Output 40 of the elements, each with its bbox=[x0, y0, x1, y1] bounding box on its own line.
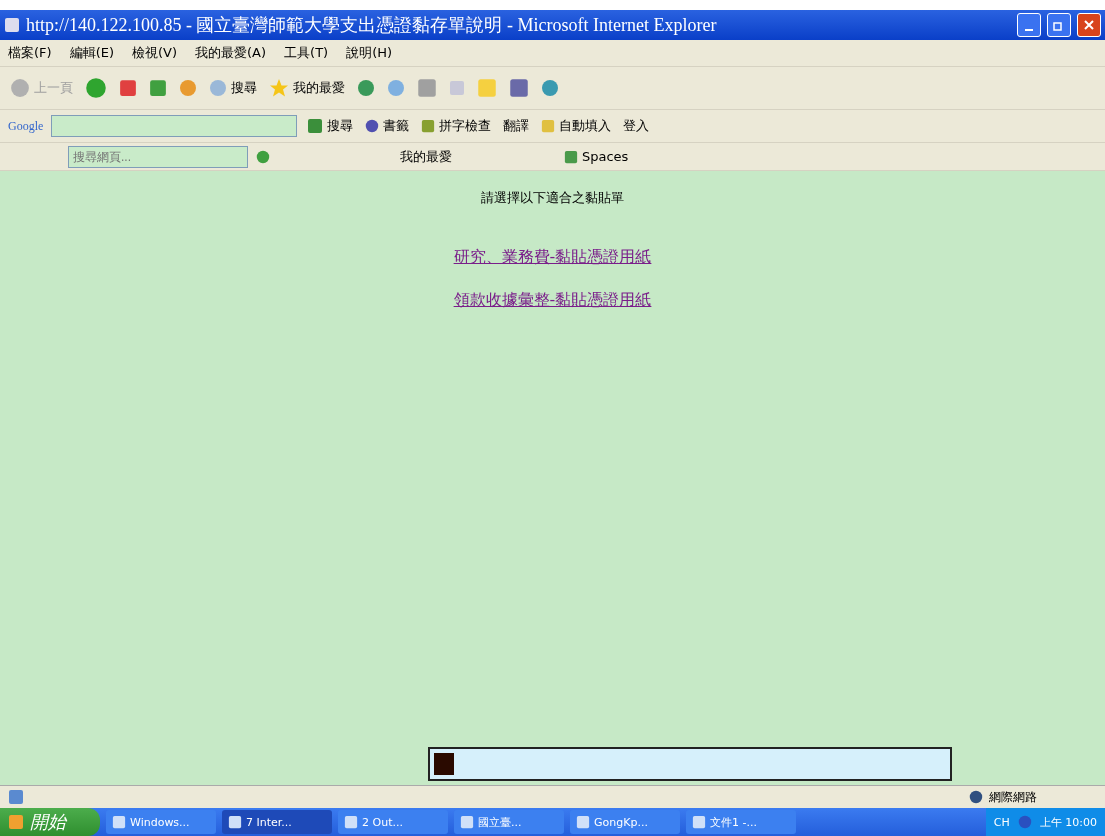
search-button[interactable]: 搜尋 bbox=[305, 117, 356, 135]
color-swatch bbox=[434, 753, 454, 775]
restore-button[interactable] bbox=[1047, 13, 1071, 37]
language-indicator: CH bbox=[993, 815, 1010, 829]
favorites-button[interactable]: 我的最愛 bbox=[398, 147, 454, 166]
taskbar-button[interactable]: 7 Inter... bbox=[222, 810, 332, 834]
autofill-button[interactable]: 自動填入 bbox=[539, 117, 614, 135]
taskbar-button[interactable]: 2 Out... bbox=[338, 810, 448, 834]
google-logo: Google bbox=[8, 118, 44, 134]
restore-icon bbox=[1053, 19, 1065, 31]
clock: 上午 10:00 bbox=[1039, 814, 1097, 830]
page-heading: 請選擇以下適合之黏貼單 bbox=[481, 189, 624, 207]
close-button[interactable] bbox=[1077, 13, 1101, 37]
window-title: http://140.122.100.85 - 國立臺灣師範大學支出憑證黏存單說明 - Microsoft Internet Explorer bbox=[26, 14, 718, 37]
menu-item[interactable]: 我的最愛(A) bbox=[195, 44, 267, 62]
spaces-button[interactable]: Spaces bbox=[562, 149, 631, 164]
sign-in-button[interactable]: 登入 bbox=[621, 117, 652, 135]
close-icon bbox=[1083, 19, 1095, 31]
search-button[interactable]: 搜尋 bbox=[207, 79, 259, 97]
web-search-field[interactable]: 搜尋網頁... bbox=[68, 145, 248, 168]
favorites-button[interactable]: 我的最愛 bbox=[267, 78, 347, 98]
minimize-button[interactable] bbox=[1017, 13, 1041, 37]
menu-item[interactable]: 檢視(V) bbox=[132, 44, 178, 62]
translate-button[interactable]: 翻譯 bbox=[501, 117, 532, 135]
zone-label: 網際網路 bbox=[989, 788, 1037, 806]
menu-item[interactable]: 工具(T) bbox=[284, 44, 329, 62]
taskbar-button[interactable]: Windows... bbox=[106, 810, 216, 834]
search-field[interactable] bbox=[51, 115, 298, 137]
taskbar-button[interactable]: GongKp... bbox=[570, 810, 680, 834]
menu-item[interactable]: 檔案(F) bbox=[8, 44, 52, 62]
taskbar-button[interactable]: 國立臺... bbox=[454, 810, 564, 834]
taskbar-button[interactable]: 文件1 -... bbox=[686, 810, 796, 834]
menu-item[interactable]: 編輯(E) bbox=[69, 44, 114, 62]
page-link[interactable]: 領款收據彙整-黏貼憑證用紙 bbox=[453, 290, 652, 311]
page-link[interactable]: 研究、業務費-黏貼憑證用紙 bbox=[453, 247, 652, 268]
bookmarks-button[interactable]: 書籤 bbox=[363, 117, 412, 135]
spellcheck-button[interactable]: 拼字檢查 bbox=[419, 117, 494, 135]
minimize-icon bbox=[1025, 29, 1033, 31]
menu-item[interactable]: 說明(H) bbox=[346, 44, 393, 62]
note-icon bbox=[477, 78, 497, 98]
